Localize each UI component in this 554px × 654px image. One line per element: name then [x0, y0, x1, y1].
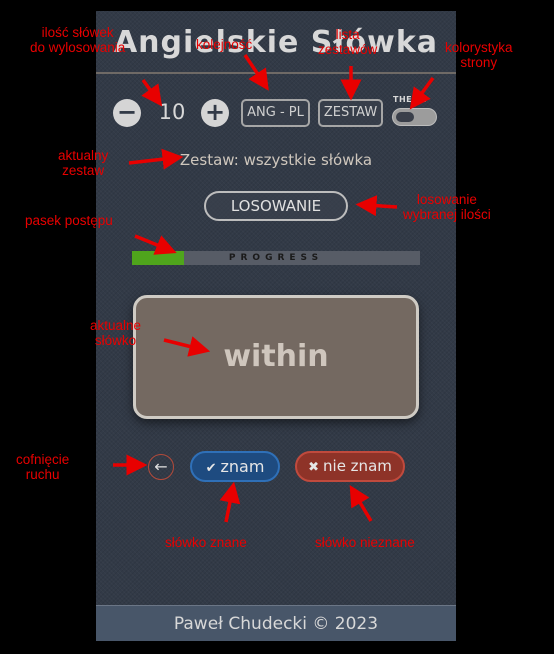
annotation-direction: kolejność [196, 37, 253, 52]
annotation-word: aktualne słówko [90, 318, 142, 348]
arrow-known [219, 481, 241, 523]
annotation-unknown: słówko nieznane [315, 535, 415, 550]
annotation-known: słówko znane [165, 535, 247, 550]
arrow-progress [134, 234, 177, 255]
arrow-word-count [141, 78, 163, 107]
annotation-progress: pasek postępu [25, 213, 113, 228]
arrow-unknown [349, 484, 373, 522]
annotation-undo: cofnięcie ruchu [16, 452, 70, 482]
annotation-theme: kolorystyka strony [445, 40, 513, 70]
arrow-current-set [128, 148, 184, 170]
annotation-arrows [113, 54, 435, 523]
arrow-word [163, 336, 211, 357]
arrow-direction [243, 54, 269, 91]
annotation-current-set: aktualny zestaw [58, 148, 109, 178]
arrow-theme [409, 76, 435, 110]
annotation-word-count: ilość słówek do wylosowania [30, 25, 126, 55]
annotation-draw: losowanie wybranej ilości [403, 192, 491, 222]
arrow-draw [355, 195, 398, 217]
annotation-sets: lista zestawów [318, 27, 378, 57]
